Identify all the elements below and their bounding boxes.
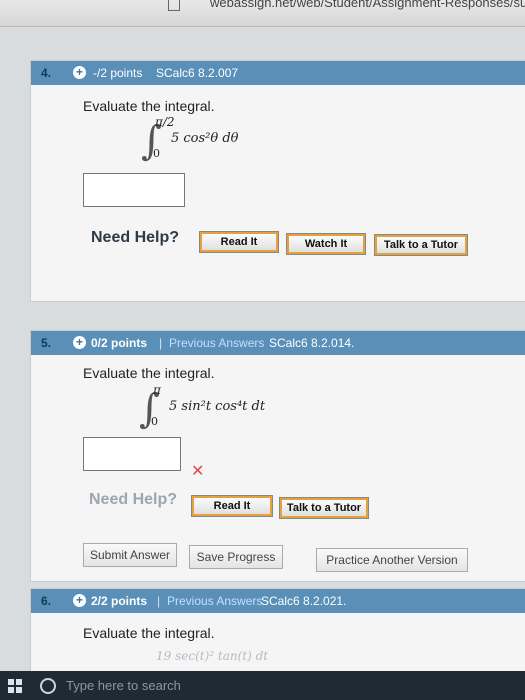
expand-icon[interactable]: +	[73, 594, 86, 607]
lower-limit: 0	[153, 147, 160, 160]
integral-expression: ∫ π/2 0 5 cos²θ dθ	[141, 115, 291, 171]
question-header: 5. + 0/2 points | Previous Answers SCalc…	[31, 331, 525, 355]
taskbar-search-input[interactable]: Type here to search	[66, 678, 181, 693]
upper-limit: π/2	[155, 115, 175, 129]
need-help-label: Need Help?	[91, 229, 180, 246]
header-separator: |	[157, 594, 161, 608]
talk-to-tutor-button[interactable]: Talk to a Tutor	[279, 497, 369, 519]
windows-start-icon[interactable]	[8, 679, 22, 693]
address-url[interactable]: webassign.net/web/Student/Assignment-Res…	[210, 0, 525, 10]
question-code: SCalc6 8.2.021.	[261, 594, 347, 608]
question-number: 4.	[41, 66, 52, 80]
help-row: Need Help?	[91, 229, 179, 247]
practice-another-version-button[interactable]: Practice Another Version	[316, 548, 468, 572]
browser-address-bar[interactable]: webassign.net/web/Student/Assignment-Res…	[0, 0, 525, 27]
question-number: 6.	[41, 594, 52, 608]
integral-expression: ∫ π 0 5 sin²t cos⁴t dt	[139, 383, 319, 439]
submit-answer-button[interactable]: Submit Answer	[83, 543, 177, 567]
question-6: 6. + 2/2 points | Previous Answers SCalc…	[30, 588, 525, 680]
points-label: 0/2 points	[91, 336, 148, 350]
save-progress-button[interactable]: Save Progress	[189, 545, 283, 569]
answer-input[interactable]	[83, 437, 181, 471]
points-label: 2/2 points	[91, 594, 148, 608]
window-control-icon[interactable]	[168, 0, 180, 11]
points-label: -/2 points	[93, 66, 143, 80]
talk-to-tutor-button[interactable]: Talk to a Tutor	[374, 234, 468, 256]
taskbar: Type here to search	[0, 671, 525, 700]
question-prompt: Evaluate the integral.	[83, 98, 215, 114]
question-5: 5. + 0/2 points | Previous Answers SCalc…	[30, 330, 525, 582]
watch-it-button[interactable]: Watch It	[286, 233, 366, 255]
need-help-label: Need Help?	[89, 491, 178, 508]
read-it-button[interactable]: Read It	[191, 495, 273, 517]
header-separator: |	[159, 336, 163, 350]
upper-limit: π	[153, 383, 161, 397]
question-code: SCalc6 8.2.007	[156, 66, 239, 80]
question-code: SCalc6 8.2.014.	[269, 336, 355, 350]
question-prompt: Evaluate the integral.	[83, 365, 215, 381]
cortana-icon[interactable]	[40, 678, 56, 694]
answer-input[interactable]	[83, 173, 185, 207]
question-number: 5.	[41, 336, 52, 350]
help-row: Need Help?	[89, 491, 177, 509]
expand-icon[interactable]: +	[73, 336, 86, 349]
lower-limit: 0	[151, 415, 158, 428]
integrand: 5 cos²θ dθ	[171, 131, 239, 146]
read-it-button[interactable]: Read It	[199, 231, 279, 253]
previous-answers-link[interactable]: Previous Answers	[167, 589, 262, 613]
question-prompt: Evaluate the integral.	[83, 625, 215, 641]
previous-answers-link[interactable]: Previous Answers	[169, 331, 264, 355]
incorrect-icon: ✕	[191, 463, 205, 480]
expand-icon[interactable]: +	[73, 66, 86, 79]
question-4: 4. + -/2 points SCalc6 8.2.007 Evaluate …	[30, 60, 525, 302]
question-header: 6. + 2/2 points | Previous Answers SCalc…	[31, 589, 525, 613]
integrand: 5 sin²t cos⁴t dt	[169, 399, 266, 414]
question-header: 4. + -/2 points SCalc6 8.2.007	[31, 61, 525, 85]
integrand: 19 sec(t)² tan(t) dt	[156, 649, 269, 663]
